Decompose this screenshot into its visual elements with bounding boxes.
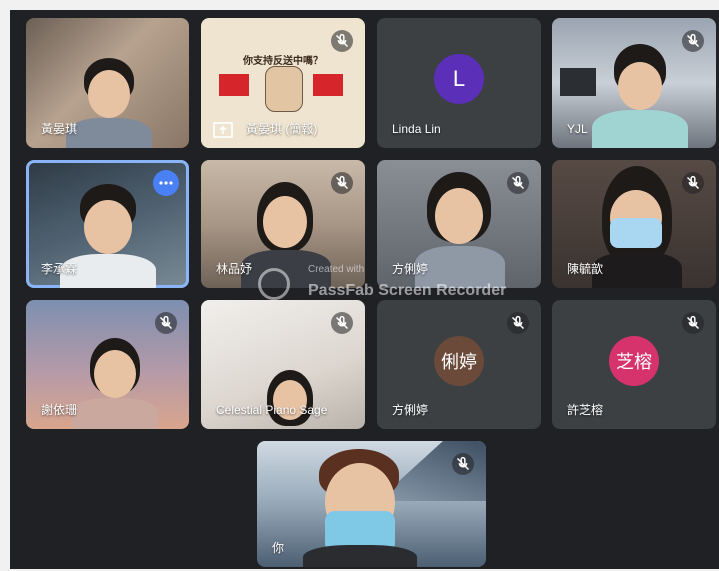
participant-tile[interactable]: 謝依珊	[26, 300, 189, 429]
participant-name: YJL	[567, 122, 588, 136]
participant-tile-presentation[interactable]: 你支持反送中嗎？ 黃晏琪 (簡報)	[201, 18, 365, 148]
video-figure-body	[592, 110, 688, 148]
video-figure-body	[592, 252, 682, 288]
participant-tile-active-speaker[interactable]: 李承霖	[26, 160, 189, 288]
participant-name: 許芝榕	[567, 403, 604, 417]
participant-name: 李承霖	[41, 262, 78, 276]
mic-off-icon	[682, 30, 704, 52]
video-figure-face	[84, 200, 132, 254]
face-mask	[610, 218, 662, 248]
participant-name: 黃晏琪	[41, 122, 78, 136]
video-figure-face	[88, 70, 130, 118]
window-edge-left	[0, 0, 10, 571]
participant-tile[interactable]: L Linda Lin	[377, 18, 541, 148]
participant-tile[interactable]: 俐婷 方俐婷	[377, 300, 541, 429]
video-figure-face	[263, 196, 307, 248]
mic-off-icon	[507, 172, 529, 194]
mic-off-icon	[331, 30, 353, 52]
mic-off-icon	[452, 453, 474, 475]
participant-name: Linda Lin	[392, 122, 441, 136]
self-view-tile[interactable]: 你	[257, 441, 486, 567]
flag-image-left	[219, 74, 249, 96]
flag-image-right	[313, 74, 343, 96]
avatar: L	[434, 54, 484, 104]
fist-illustration	[265, 66, 303, 112]
mic-off-icon	[331, 172, 353, 194]
poster-title: 你支持反送中嗎？	[243, 56, 323, 67]
mic-off-icon	[682, 312, 704, 334]
more-options-icon	[159, 181, 173, 185]
mic-off-icon	[155, 312, 177, 334]
participant-tile[interactable]: 方俐婷	[377, 160, 541, 288]
participant-tile[interactable]: YJL	[552, 18, 716, 148]
present-screen-icon	[213, 122, 233, 138]
participant-tile[interactable]: 黃晏琪	[26, 18, 189, 148]
avatar: 芝榕	[609, 335, 659, 386]
video-figure-face	[94, 350, 136, 398]
participant-name: 你	[272, 541, 285, 555]
more-options-button[interactable]	[153, 170, 179, 196]
video-figure-face	[618, 62, 662, 110]
participant-name: 林品妤	[216, 262, 253, 276]
participant-tile[interactable]: 陳毓歆	[552, 160, 716, 288]
window-edge-top	[0, 0, 719, 10]
mic-off-icon	[682, 172, 704, 194]
avatar: 俐婷	[434, 335, 484, 386]
participant-name: 陳毓歆	[567, 262, 604, 276]
participant-tile[interactable]: Celestial Piano Sage	[201, 300, 365, 429]
participant-name: Celestial Piano Sage	[216, 403, 328, 417]
participant-name: 方俐婷	[392, 403, 429, 417]
video-figure-body	[303, 545, 417, 567]
video-figure-body	[241, 250, 331, 288]
mic-off-icon	[507, 312, 529, 334]
participant-tile[interactable]: 芝榕 許芝榕	[552, 300, 716, 429]
video-figure-face	[435, 188, 483, 244]
participant-name: 方俐婷	[392, 262, 429, 276]
background-monitor	[560, 68, 596, 96]
mic-off-icon	[331, 312, 353, 334]
participant-tile[interactable]: 林品妤	[201, 160, 365, 288]
participant-name: 謝依珊	[41, 403, 78, 417]
video-figure-body	[72, 398, 158, 429]
participant-name: 黃晏琪 (簡報)	[246, 122, 318, 136]
video-figure-body	[66, 118, 152, 148]
video-figure-body	[415, 246, 505, 288]
